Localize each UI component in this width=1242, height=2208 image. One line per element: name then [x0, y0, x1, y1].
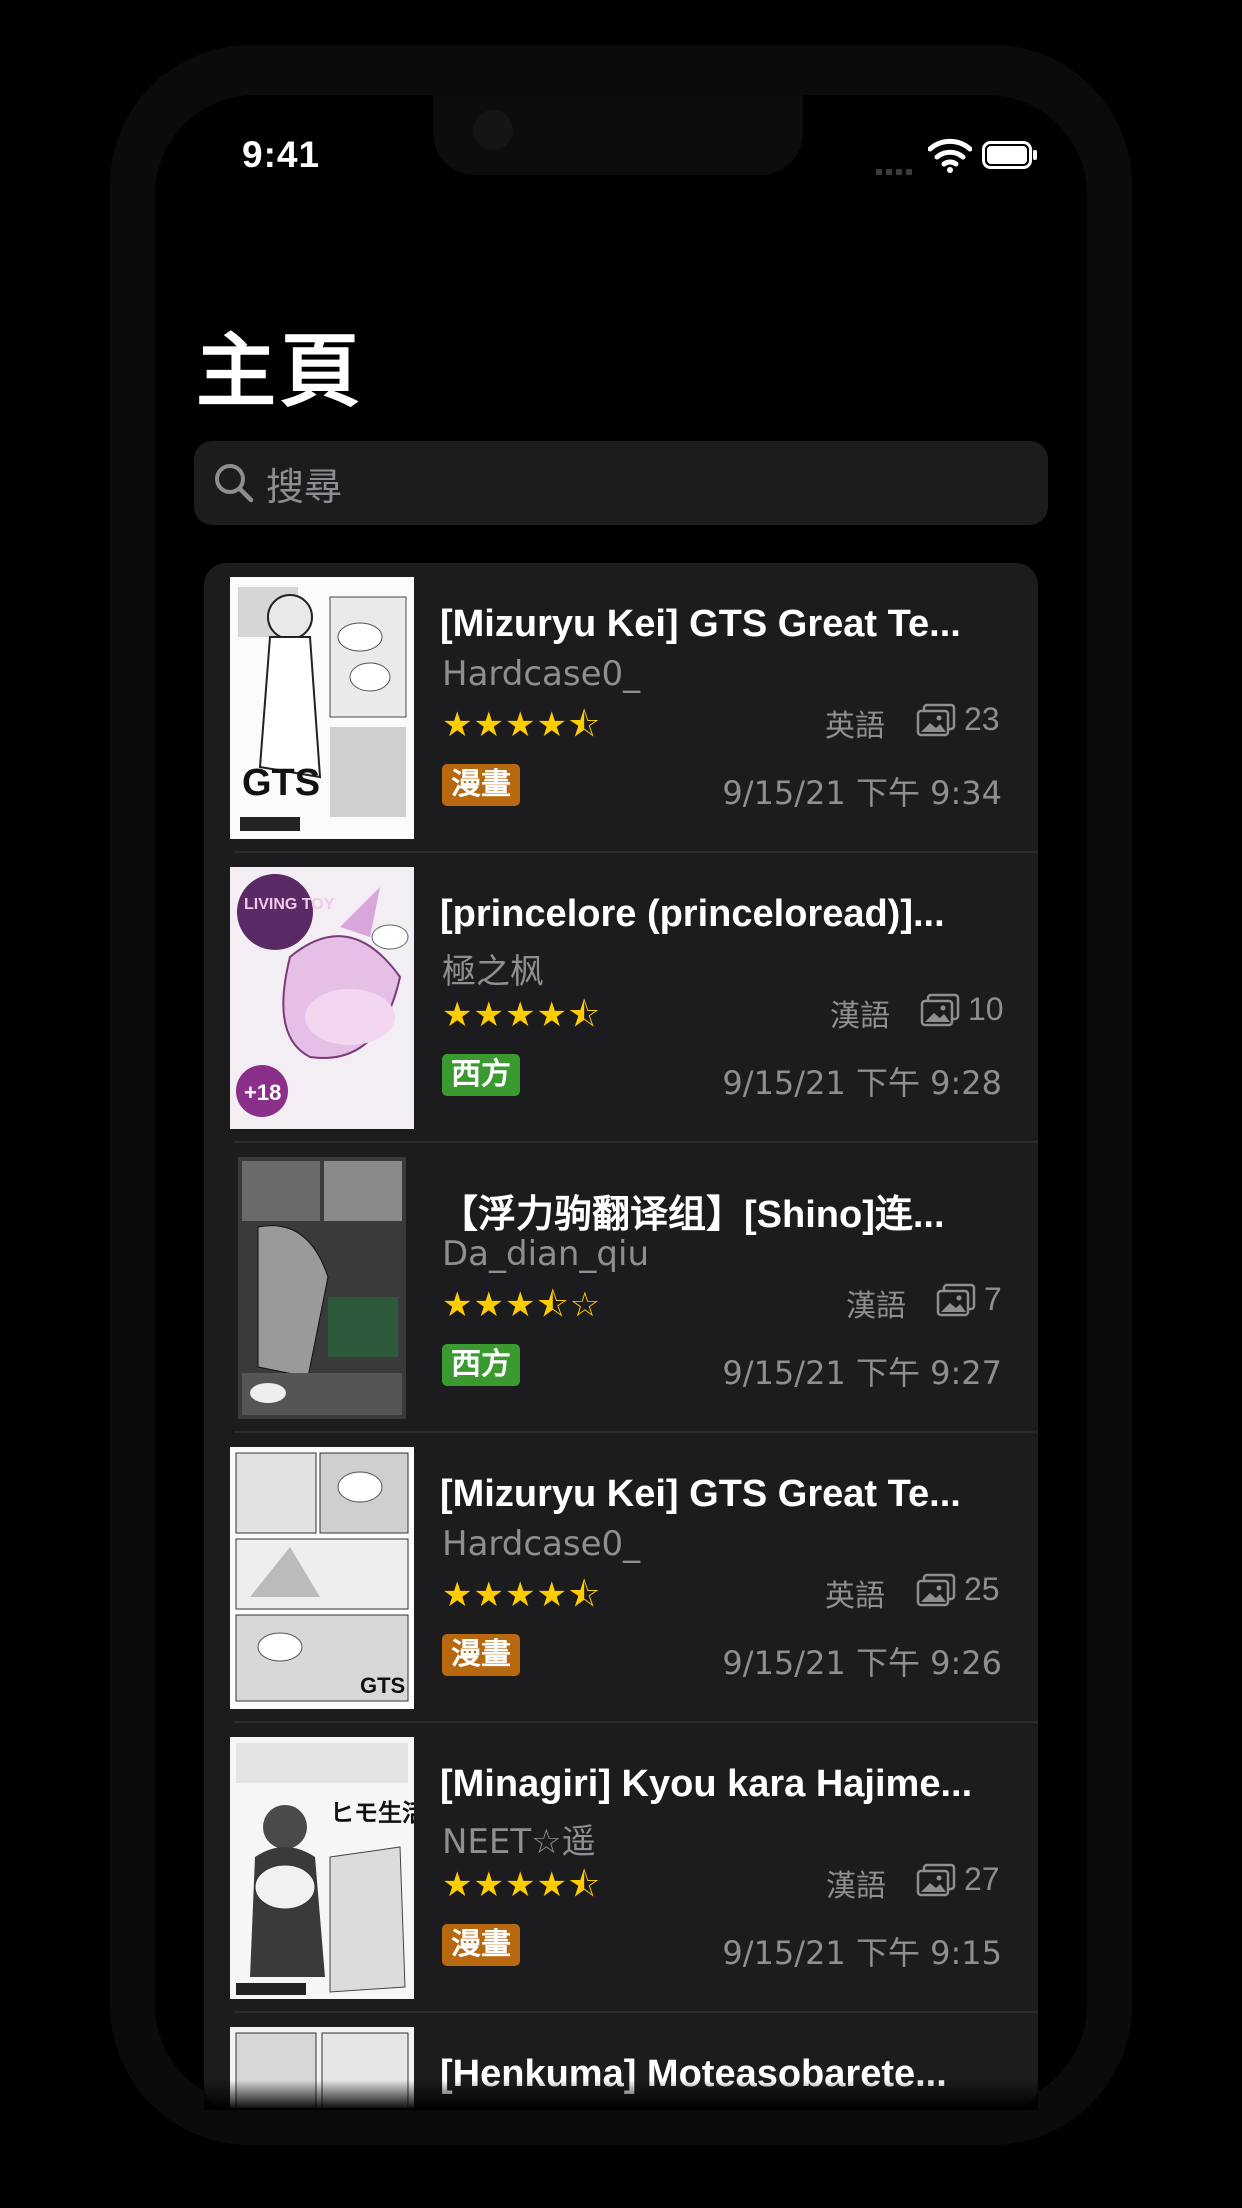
page-title: 主頁 [196, 325, 364, 418]
photo-stack-icon [916, 1573, 956, 1607]
gallery-date: 9/15/21 下午 9:26 [722, 1644, 1002, 1682]
page-count: 27 [964, 1861, 1000, 1897]
gallery-date: 9/15/21 下午 9:15 [722, 1934, 1002, 1972]
gallery-uploader: Hardcase0_ [442, 1524, 641, 1564]
battery-icon [982, 141, 1037, 169]
gallery-row[interactable]: GTS [Mizuryu Kei] GTS Great Te... Hardca… [204, 1433, 1038, 1723]
search-bar[interactable]: 搜尋 [194, 441, 1048, 525]
gallery-cover: LIVING TOY +18 [230, 867, 414, 1129]
rating-stars: ★★★⯪☆ [442, 1285, 602, 1325]
gallery-cover [238, 1157, 406, 1419]
gallery-title: [Mizuryu Kei] GTS Great Te... [440, 603, 961, 645]
gallery-language: 英語 [825, 709, 885, 744]
page-count: 23 [964, 701, 1000, 737]
list-bottom-fade [204, 2080, 1038, 2110]
gallery-row[interactable]: ヒモ生活 [Minagiri] Kyou kara Hajime... NEET… [204, 1723, 1038, 2013]
gallery-row[interactable]: 【浮力驹翻译组】[Shino]连... Da_dian_qiu ★★★⯪☆ 漢語… [204, 1143, 1038, 1433]
camera-dot [473, 110, 513, 150]
gallery-language: 英語 [825, 1579, 885, 1614]
svg-text:+18: +18 [244, 1080, 281, 1105]
search-input[interactable]: 搜尋 [266, 456, 342, 511]
rating-stars: ★★★★⯪ [442, 1865, 602, 1905]
gallery-list: GTS [Mizuryu Kei] GTS Great Te... Hardca… [204, 563, 1038, 2108]
gallery-title: [princelore (princeloread)]... [440, 893, 945, 935]
cover-text: ヒモ生活 [330, 1799, 414, 1827]
photo-stack-icon [916, 1863, 956, 1897]
gallery-uploader: Hardcase0_ [442, 654, 641, 694]
cover-text: GTS [360, 1673, 405, 1698]
category-badge: 漫畫 [442, 764, 520, 806]
gallery-title: 【浮力驹翻译组】[Shino]连... [440, 1194, 945, 1236]
gallery-uploader: NEET☆遥 [442, 1822, 596, 1862]
gallery-uploader: Da_dian_qiu [442, 1234, 650, 1274]
rating-stars: ★★★★⯪ [442, 1575, 602, 1615]
photo-stack-icon [936, 1283, 976, 1317]
gallery-date: 9/15/21 下午 9:28 [722, 1064, 1002, 1102]
cover-text: LIVING TOY [244, 896, 335, 913]
page-count: 7 [984, 1281, 1002, 1317]
gallery-row[interactable]: LIVING TOY +18 [princelore (princeloread… [204, 853, 1038, 1143]
category-badge: 漫畫 [442, 1924, 520, 1966]
page-count: 25 [964, 1571, 1000, 1607]
gallery-title: [Mizuryu Kei] GTS Great Te... [440, 1473, 961, 1515]
cellular-signal-icon [876, 162, 916, 175]
gallery-row[interactable]: GTS [Mizuryu Kei] GTS Great Te... Hardca… [204, 563, 1038, 853]
category-badge: 西方 [442, 1344, 520, 1386]
wifi-icon [928, 138, 972, 173]
rating-stars: ★★★★⯪ [442, 705, 602, 745]
photo-stack-icon [916, 703, 956, 737]
gallery-cover: GTS [230, 1447, 414, 1709]
gallery-language: 漢語 [826, 1869, 886, 1904]
category-badge: 西方 [442, 1054, 520, 1096]
status-time: 9:41 [242, 134, 321, 175]
cover-text: GTS [242, 762, 320, 804]
page-count: 10 [968, 991, 1004, 1027]
gallery-title: [Minagiri] Kyou kara Hajime... [440, 1763, 973, 1805]
search-icon [215, 464, 254, 503]
gallery-cover: ヒモ生活 [230, 1737, 414, 1999]
gallery-language: 漢語 [830, 999, 890, 1034]
rating-stars: ★★★★⯪ [442, 995, 602, 1035]
gallery-uploader: 極之枫 [442, 952, 544, 992]
gallery-cover: GTS [230, 577, 414, 839]
category-badge: 漫畫 [442, 1634, 520, 1676]
gallery-date: 9/15/21 下午 9:34 [722, 774, 1002, 812]
gallery-language: 漢語 [846, 1289, 906, 1324]
photo-stack-icon [920, 993, 960, 1027]
gallery-date: 9/15/21 下午 9:27 [722, 1354, 1002, 1392]
